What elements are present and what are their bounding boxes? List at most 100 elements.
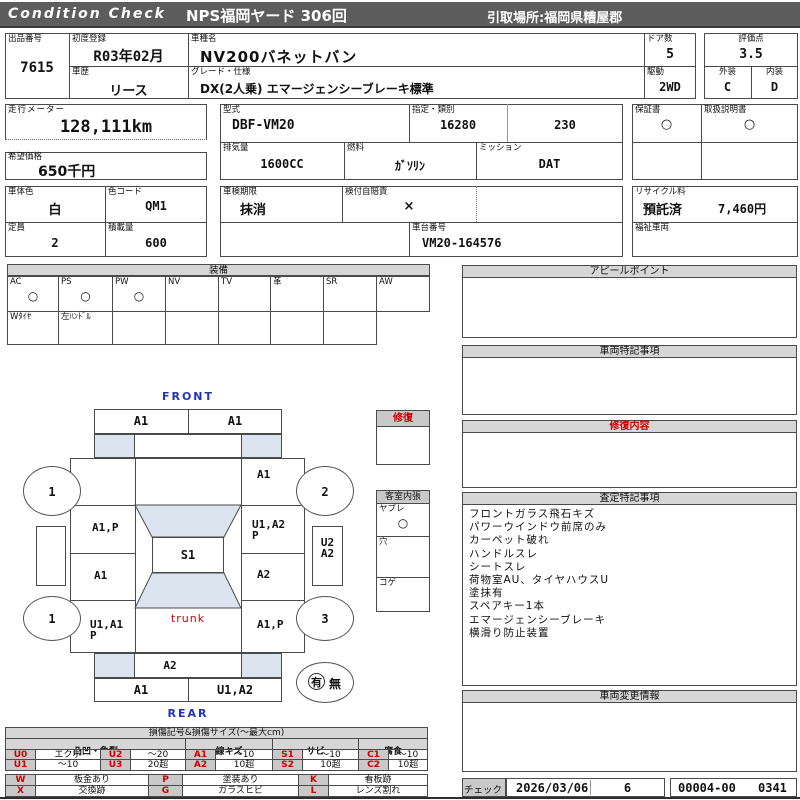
check-date: 2026/03/06 xyxy=(516,781,588,795)
equipment-extra-7 xyxy=(323,311,377,345)
cabin-box-title: 客室内張 xyxy=(376,490,430,504)
load-value: 600 xyxy=(105,236,207,250)
appeal-body xyxy=(462,277,797,338)
rear-bumper-right-code: U1,A2 xyxy=(188,683,282,697)
front-bumper-left-code: A1 xyxy=(94,414,188,428)
equipment-mark-ps: ○ xyxy=(58,289,113,303)
exterior-grade-label: 外装 xyxy=(704,68,751,78)
interior-grade: D xyxy=(751,80,798,94)
legend-val-c2: 10超 xyxy=(388,759,428,771)
fuel-value: ｶﾞｿﾘﾝ xyxy=(344,157,476,174)
bottom-rule xyxy=(0,797,800,799)
right-panel-2-code: U1,A2 P xyxy=(252,519,285,541)
rear-corner-left xyxy=(95,654,135,677)
color-code-label: 色コード xyxy=(108,188,142,198)
legend-code-c2: C2 xyxy=(358,759,389,771)
legend-val-l: レンズ割れ xyxy=(328,785,428,797)
equipment-extra-label-2: 左ﾊﾝﾄﾞﾙ xyxy=(61,313,91,323)
legend-val-x: 交換跡 xyxy=(35,785,149,797)
right-panel-4-code: A1,P xyxy=(257,619,284,630)
equipment-extra-5 xyxy=(218,311,271,345)
grade-label: グレード・仕様 xyxy=(191,68,251,78)
right-panel-3-code: A2 xyxy=(257,569,270,580)
class-number-2: 230 xyxy=(507,118,623,132)
left-panel-2-code: A1,P xyxy=(92,522,119,533)
first-registration-label: 初度登録 xyxy=(72,35,106,45)
legend-code-l: L xyxy=(298,785,329,797)
equipment-extra-6 xyxy=(270,311,324,345)
color-code: QM1 xyxy=(105,199,207,213)
rear-bumper-left-code: A1 xyxy=(94,683,188,697)
legend-code-u1: U1 xyxy=(5,759,36,771)
history-label: 車歴 xyxy=(72,68,89,78)
exterior-grade: C xyxy=(704,80,751,94)
interior-grade-label: 内装 xyxy=(751,68,798,78)
legend-val-g: ガラスヒビ xyxy=(182,785,299,797)
equipment-mark-pw: ○ xyxy=(112,289,166,303)
insurance-mark: × xyxy=(342,199,476,214)
manual-mark: ○ xyxy=(701,117,798,132)
check-code-1: 00004-00 xyxy=(678,781,736,795)
capacity-value: 2 xyxy=(5,236,105,250)
front-corner-right xyxy=(241,435,281,457)
inspection-value: 抹消 xyxy=(240,199,266,218)
insurance-label: 検付自賠責 xyxy=(345,188,388,198)
body-color: 白 xyxy=(5,199,105,218)
class-number-1: 16280 xyxy=(409,118,507,132)
doors-value: 5 xyxy=(644,47,696,62)
welfare-label: 福祉車両 xyxy=(635,224,669,234)
roof-code: S1 xyxy=(152,548,224,562)
score-label: 評価点 xyxy=(704,35,798,45)
diagram-rear-label: REAR xyxy=(94,707,282,720)
legend-val-a2: 10超 xyxy=(215,759,273,771)
repair-box-body xyxy=(376,426,430,465)
lot-number: 7615 xyxy=(5,60,69,76)
equipment-label-ac: AC xyxy=(10,278,22,288)
wheel-circle-front-right: 2 xyxy=(296,466,354,516)
drive-label: 駆動 xyxy=(647,68,664,78)
displacement-label: 排気量 xyxy=(223,144,249,154)
model-code-label: 型式 xyxy=(223,106,240,116)
check-count: 6 xyxy=(590,781,665,795)
left-panel-4-code: U1,A1 P xyxy=(90,619,123,641)
manual-label: 取扱説明書 xyxy=(704,106,747,116)
pickup-location: 引取場所:福岡県糟屋郡 xyxy=(487,7,622,26)
warranty-label: 保証書 xyxy=(635,106,661,116)
equipment-label-aw: AW xyxy=(379,278,393,288)
right-panel-1-code: A1 xyxy=(257,469,270,480)
legend-val-u1: 〜10 xyxy=(35,759,101,771)
condition-check-sheet: Condition Check NPS福岡ヤード 306回 引取場所:福岡県糟屋… xyxy=(0,0,800,800)
front-corner-left xyxy=(95,435,135,457)
transmission-value: DAT xyxy=(476,157,623,171)
right-tire-code: U2 A2 xyxy=(312,537,343,559)
history-value: リース xyxy=(69,80,188,99)
chassis-number: VM20-164576 xyxy=(422,236,501,250)
equipment-title: 装備 xyxy=(7,264,430,276)
cabin-tear-mark: ○ xyxy=(376,516,430,530)
legend-code-u3: U3 xyxy=(100,759,131,771)
doors-label: ドア数 xyxy=(647,35,673,45)
recycle-fee: 7,460円 xyxy=(718,200,766,217)
presence-oval xyxy=(296,662,354,703)
asking-price-label: 希望価格 xyxy=(8,153,42,163)
inspection-label: 車検期限 xyxy=(223,188,257,198)
grade-value: DX(2人乗) エマージェンシーブレーキ標準 xyxy=(200,80,434,97)
equipment-extra-3 xyxy=(112,311,166,345)
asking-price: 650千円 xyxy=(38,161,95,181)
wheel-circle-rear-right: 3 xyxy=(296,596,354,641)
equipment-label-ps: PS xyxy=(61,278,72,288)
lot-number-label: 出品番号 xyxy=(8,35,42,45)
change-info-body xyxy=(462,702,797,772)
class-label: 指定・類別 xyxy=(412,106,455,116)
auction-venue: NPS福岡ヤード 306回 xyxy=(186,5,347,26)
chassis-number-label: 車台番号 xyxy=(412,224,446,234)
vehicle-notes-body xyxy=(462,357,797,415)
capacity-label: 定員 xyxy=(8,224,25,234)
equipment-label-tv: TV xyxy=(221,278,232,288)
legend-val-s2: 10超 xyxy=(302,759,359,771)
displacement-value: 1600CC xyxy=(220,157,344,171)
equipment-mark-ac: ○ xyxy=(7,289,59,303)
wheel-circle-rear-left: 1 xyxy=(23,596,81,641)
left-panel-3-code: A1 xyxy=(94,570,107,581)
legend-code-a2: A2 xyxy=(185,759,216,771)
